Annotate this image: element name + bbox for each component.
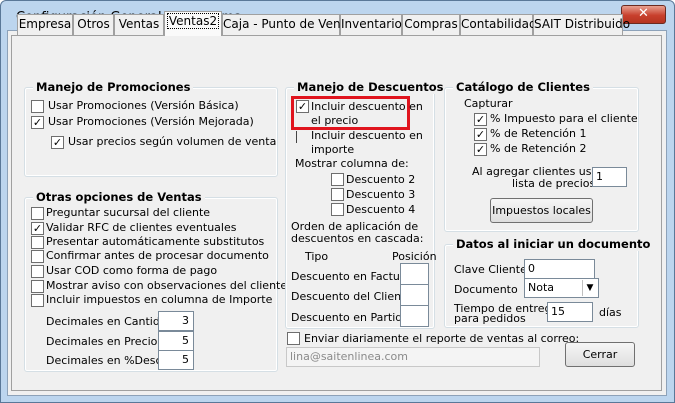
clave-cliente-input[interactable]: 0 bbox=[524, 259, 595, 279]
impuestos-locales-button[interactable]: Impuestos locales bbox=[490, 198, 593, 223]
clave-cliente-label: Clave Cliente bbox=[454, 263, 527, 276]
descuento-partida-label: Descuento en Partida bbox=[291, 311, 409, 324]
validar-rfc-checkbox[interactable]: ✓ bbox=[31, 222, 44, 235]
enviar-reporte-label: Enviar diariamente el reporte de ventas … bbox=[304, 332, 580, 345]
mostrar-columna-label: Mostrar columna de: bbox=[295, 157, 409, 170]
descuento-3-label: Descuento 3 bbox=[346, 188, 416, 201]
descuento-cliente-label: Descuento del Cliente bbox=[291, 290, 413, 303]
descuento-partida-input[interactable] bbox=[400, 305, 429, 327]
retencion-1-label: % de Retención 1 bbox=[490, 127, 587, 140]
decimales-precio-label: Decimales en Precio bbox=[46, 335, 158, 348]
retencion-2-label: % de Retención 2 bbox=[490, 142, 587, 155]
decimales-desc-label: Decimales en %Desc bbox=[46, 354, 162, 367]
cerrar-button[interactable]: Cerrar bbox=[565, 342, 635, 367]
tab-ventas2[interactable]: Ventas2 bbox=[164, 11, 222, 36]
capturar-label: Capturar bbox=[464, 97, 513, 110]
tab-sait-distribuido[interactable]: SAIT Distribuido bbox=[533, 14, 630, 35]
tiempo-entrega-input[interactable]: 15 bbox=[547, 302, 593, 322]
substitutos-label: Presentar automáticamente substitutos bbox=[46, 235, 265, 248]
agregar-clientes-label-2: lista de precios bbox=[512, 177, 596, 190]
precios-volumen-checkbox[interactable]: ✓ bbox=[51, 136, 64, 149]
precios-volumen-label: Usar precios según volumen de venta bbox=[68, 135, 277, 148]
incluir-importe-label-2: importe bbox=[311, 143, 355, 156]
descuento-factura-input[interactable] bbox=[400, 263, 429, 285]
orden-aplicacion-label-2: descuentos en cascada: bbox=[291, 232, 424, 245]
tab-compras[interactable]: Compras bbox=[402, 14, 460, 35]
promo-basica-checkbox[interactable] bbox=[31, 100, 44, 113]
tab-empresa[interactable]: Empresa bbox=[17, 14, 73, 35]
descuento-factura-label: Descuento en Factura bbox=[291, 270, 412, 283]
decimales-precio-input[interactable]: 5 bbox=[158, 331, 194, 351]
mostrar-aviso-label: Mostrar aviso con observaciones del clie… bbox=[46, 279, 288, 292]
impuesto-cliente-checkbox[interactable]: ✓ bbox=[474, 113, 487, 126]
promo-mejorada-checkbox[interactable]: ✓ bbox=[31, 116, 44, 129]
descuento-cliente-input[interactable] bbox=[400, 284, 429, 306]
tab-contabilidad[interactable]: Contabilidad bbox=[460, 14, 537, 35]
email-input[interactable]: lina@saitenlinea.com bbox=[286, 347, 540, 367]
catalogo-clientes-title: Catálogo de Clientes bbox=[453, 80, 593, 94]
incluir-importe-label-1: Incluir descuento en bbox=[311, 129, 423, 142]
confirmar-documento-label: Confirmar antes de procesar documento bbox=[46, 249, 269, 262]
preguntar-sucursal-checkbox[interactable] bbox=[31, 207, 44, 220]
tab-caja-punto-de-venta[interactable]: Caja - Punto de Venta bbox=[222, 14, 353, 35]
dias-label: días bbox=[599, 306, 622, 319]
tab-ventas[interactable]: Ventas bbox=[114, 14, 164, 35]
mostrar-aviso-checkbox[interactable] bbox=[31, 280, 44, 293]
descuentos-title: Manejo de Descuentos bbox=[294, 80, 447, 94]
tab-otros[interactable]: Otros bbox=[73, 14, 114, 35]
descuento-3-checkbox[interactable] bbox=[331, 188, 344, 201]
chevron-down-icon[interactable]: ▼ bbox=[582, 280, 597, 296]
incluir-precio-label-1: Incluir descuento en bbox=[311, 100, 423, 113]
posicion-header: Posición bbox=[392, 250, 437, 263]
impuesto-cliente-label: % Impuesto para el cliente bbox=[490, 112, 638, 125]
retencion-2-checkbox[interactable]: ✓ bbox=[474, 143, 487, 156]
documento-select-value: Nota bbox=[528, 281, 555, 294]
incluir-importe-checkbox[interactable] bbox=[296, 131, 297, 143]
descuento-2-checkbox[interactable] bbox=[331, 173, 344, 186]
descuento-2-label: Descuento 2 bbox=[346, 173, 416, 186]
tipo-header: Tipo bbox=[305, 250, 329, 263]
incluir-precio-checkbox[interactable]: ✓ bbox=[296, 100, 309, 113]
otras-opciones-title: Otras opciones de Ventas bbox=[33, 190, 205, 204]
enviar-reporte-checkbox[interactable] bbox=[287, 332, 300, 345]
datos-iniciar-title: Datos al iniciar un documento bbox=[453, 237, 654, 251]
preguntar-sucursal-label: Preguntar sucursal del cliente bbox=[46, 206, 211, 219]
validar-rfc-label: Validar RFC de clientes eventuales bbox=[46, 221, 237, 234]
documento-label: Documento bbox=[454, 283, 518, 296]
decimales-desc-input[interactable]: 5 bbox=[158, 350, 194, 370]
incluir-impuestos-checkbox[interactable] bbox=[31, 294, 44, 307]
documento-select[interactable]: Nota ▼ bbox=[524, 278, 599, 298]
usar-cod-label: Usar COD como forma de pago bbox=[46, 264, 218, 277]
promo-basica-label: Usar Promociones (Versión Básica) bbox=[48, 99, 239, 112]
tiempo-entrega-label-2: para pedidos bbox=[454, 312, 526, 325]
promo-mejorada-label: Usar Promociones (Versión Mejorada) bbox=[48, 115, 254, 128]
descuento-4-checkbox[interactable] bbox=[331, 203, 344, 216]
substitutos-checkbox[interactable] bbox=[31, 236, 44, 249]
decimales-cantidad-label: Decimales en Cantidad bbox=[46, 315, 174, 328]
lista-precios-input[interactable]: 1 bbox=[592, 167, 627, 187]
decimales-cantidad-input[interactable]: 3 bbox=[158, 311, 194, 331]
retencion-1-checkbox[interactable]: ✓ bbox=[474, 128, 487, 141]
usar-cod-checkbox[interactable] bbox=[31, 265, 44, 278]
descuento-4-label: Descuento 4 bbox=[346, 203, 416, 216]
tab-inventario[interactable]: Inventario bbox=[340, 14, 402, 35]
incluir-precio-label-2: el precio bbox=[311, 114, 359, 127]
incluir-impuestos-label: Incluir impuestos en columna de Importe bbox=[46, 293, 273, 306]
confirmar-documento-checkbox[interactable] bbox=[31, 250, 44, 263]
promociones-title: Manejo de Promociones bbox=[33, 80, 194, 94]
tab-ventas2-label: Ventas2 bbox=[166, 13, 220, 29]
